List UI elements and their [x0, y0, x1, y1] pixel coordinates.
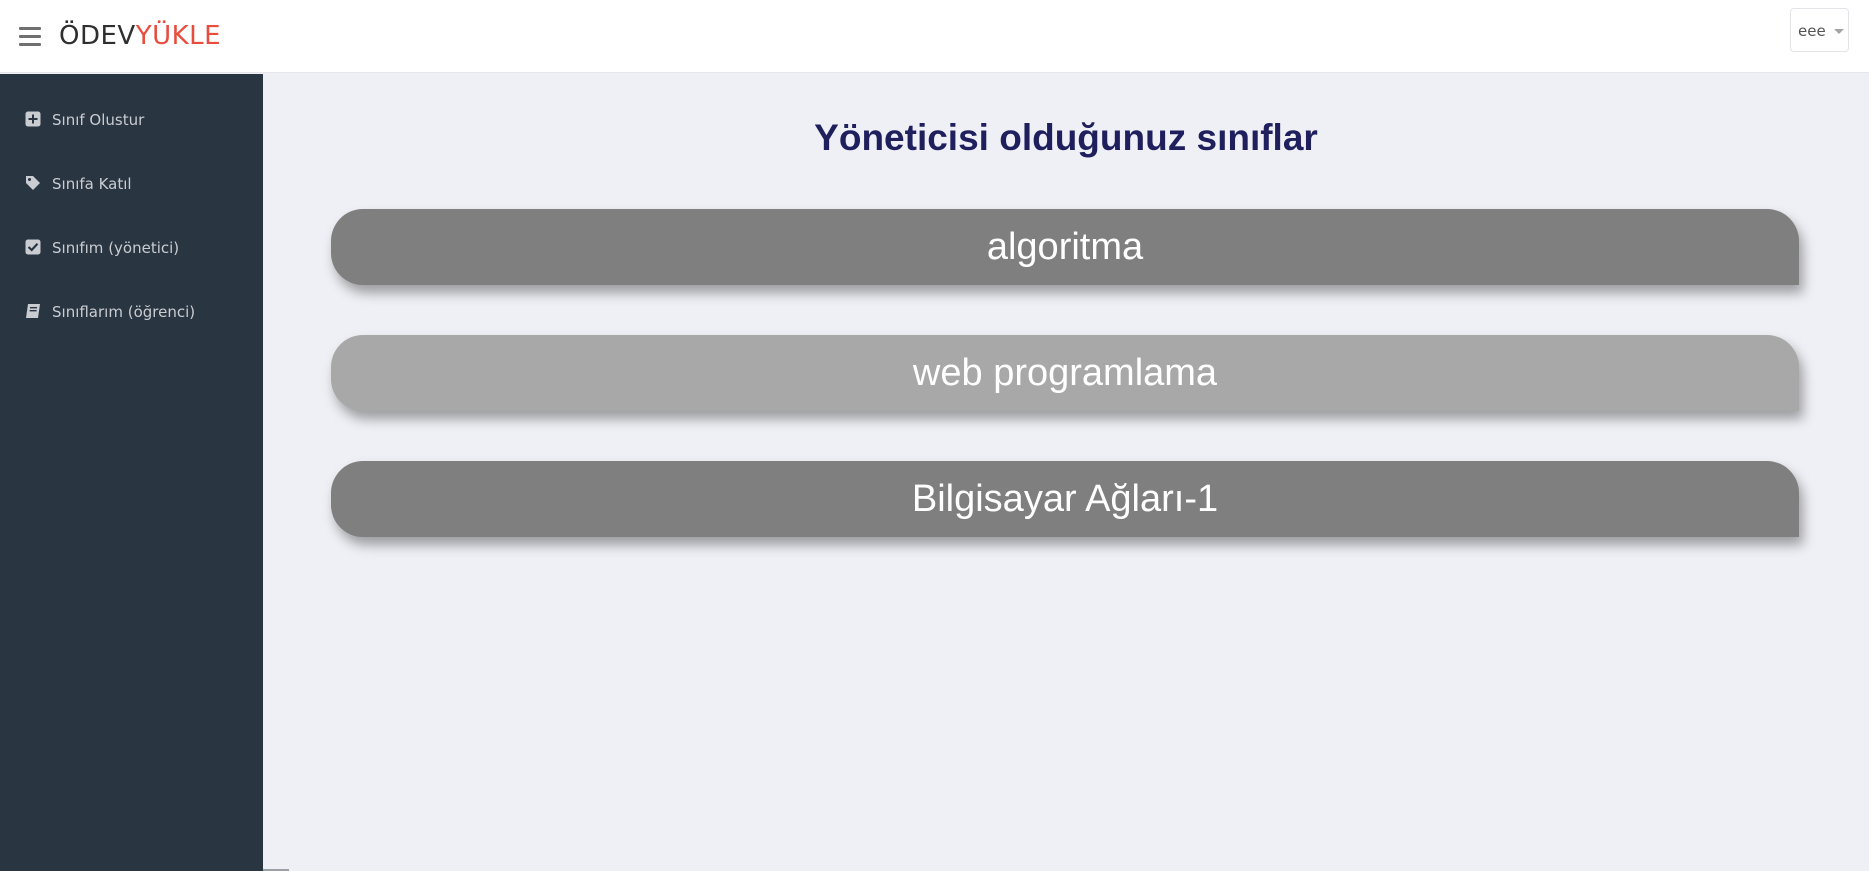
page-title: Yöneticisi olduğunuz sınıflar [814, 117, 1318, 158]
book-icon [26, 304, 40, 318]
sidebar-item-join-class[interactable]: Sınıfa Katıl [0, 162, 263, 206]
class-card[interactable]: algoritma [331, 209, 1799, 285]
plus-square-icon [25, 111, 41, 127]
class-card-label: algoritma [986, 226, 1144, 268]
sidebar-item-my-classes-student[interactable]: Sınıflarım (öğrenci) [0, 290, 263, 334]
sidebar-item-create-class[interactable]: Sınıf Olustur [0, 98, 263, 142]
class-card-label: Bilgisayar Ağları-1 [911, 478, 1219, 520]
top-navbar: ÖDEVYÜKLE eee [0, 0, 1869, 73]
user-name: eee [1798, 22, 1826, 40]
app-logo[interactable]: ÖDEVYÜKLE [59, 19, 221, 53]
sidebar-item-label: Sınıfa Katıl [52, 175, 132, 193]
class-card[interactable]: web programlama [331, 335, 1799, 411]
caret-down-icon [1834, 29, 1844, 34]
logo-text-odev: ÖDEV [59, 21, 136, 51]
class-card[interactable]: Bilgisayar Ağları-1 [331, 461, 1799, 537]
logo-text-yukle: YÜKLE [135, 21, 222, 51]
sidebar-item-label: Sınıflarım (öğrenci) [52, 303, 196, 321]
sidebar-item-my-class-admin[interactable]: Sınıfım (yönetici) [0, 226, 263, 270]
tag-icon [26, 176, 40, 190]
sidebar-item-label: Sınıf Olustur [52, 111, 145, 129]
sidebar: Sınıf Olustur Sınıfa Katıl Sınıfım (yöne… [0, 74, 263, 871]
check-square-icon [25, 239, 41, 255]
user-dropdown-button[interactable]: eee [1790, 8, 1849, 52]
class-card-label: web programlama [912, 352, 1218, 394]
hamburger-menu-icon[interactable] [19, 27, 41, 46]
sidebar-item-label: Sınıfım (yönetici) [52, 239, 180, 257]
